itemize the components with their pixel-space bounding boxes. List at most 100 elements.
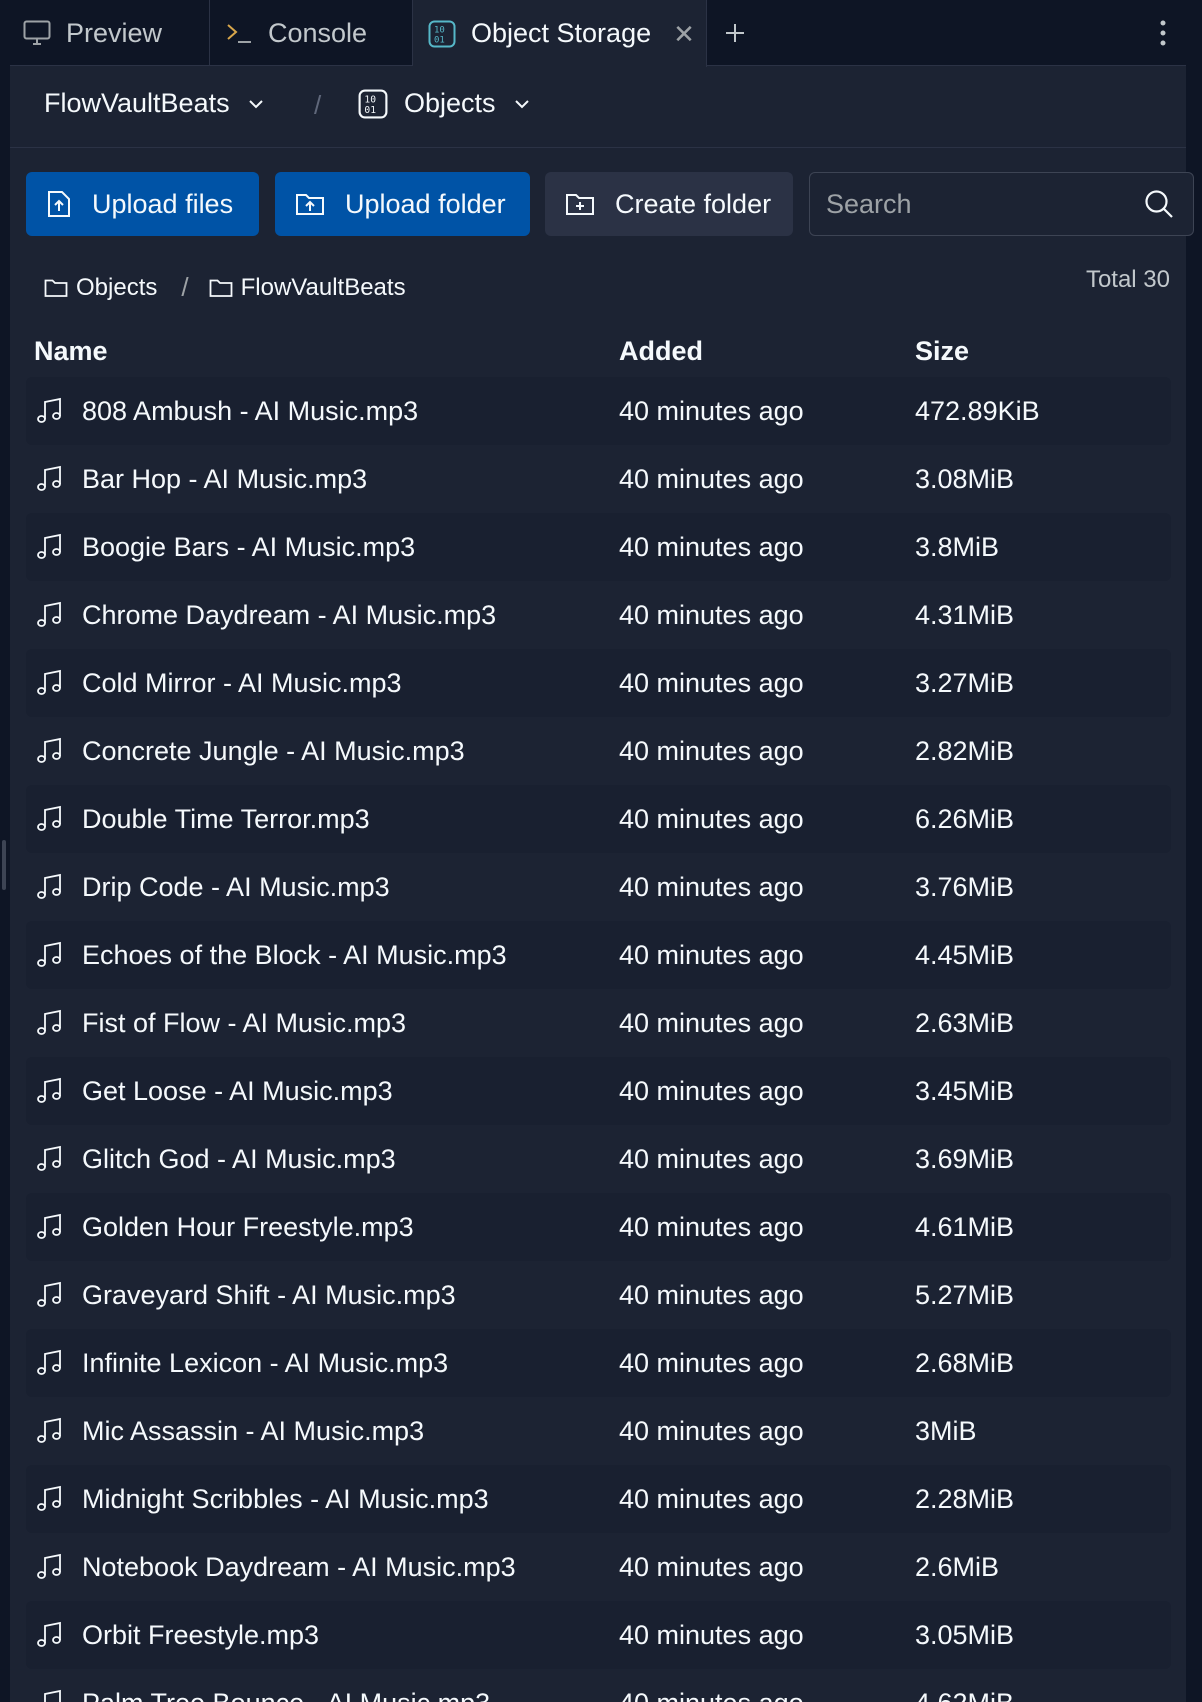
table-row[interactable]: Golden Hour Freestyle.mp3 40 minutes ago 4… xyxy=(26,1193,1171,1261)
table-row[interactable]: Chrome Daydream - AI Music.mp3 40 minutes… xyxy=(26,581,1171,649)
breadcrumb-item-objects[interactable]: Objects xyxy=(44,274,157,302)
file-added: 40 minutes ago xyxy=(619,531,804,562)
file-added: 40 minutes ago xyxy=(619,1279,804,1310)
more-vertical-icon[interactable] xyxy=(1148,14,1178,52)
resize-handle[interactable] xyxy=(2,840,6,890)
file-name[interactable]: Chrome Daydream - AI Music.mp3 xyxy=(82,581,496,649)
table-row[interactable]: Echoes of the Block - AI Music.mp3 40 min… xyxy=(26,921,1171,989)
music-note-icon xyxy=(36,445,64,513)
file-added: 40 minutes ago xyxy=(619,871,804,902)
table-row[interactable]: Concrete Jungle - AI Music.mp3 40 minutes… xyxy=(26,717,1171,785)
create-folder-button[interactable]: Create folder xyxy=(545,172,793,236)
search-input[interactable] xyxy=(826,173,1126,235)
add-tab-button[interactable] xyxy=(716,14,754,52)
file-name[interactable]: Glitch God - AI Music.mp3 xyxy=(82,1125,396,1193)
file-added: 40 minutes ago xyxy=(619,463,804,494)
file-name[interactable]: Bar Hop - AI Music.mp3 xyxy=(82,445,367,513)
music-note-icon xyxy=(36,1193,64,1261)
table-row[interactable]: Cold Mirror - AI Music.mp3 40 minutes ago… xyxy=(26,649,1171,717)
file-size: 5.27MiB xyxy=(915,1279,1015,1310)
file-added: 40 minutes ago xyxy=(619,1669,804,1702)
table-row[interactable]: Double Time Terror.mp3 40 minutes ago 6.26… xyxy=(26,785,1171,853)
table-row[interactable]: Palm Tree Bounce - AI Music.mp3 40 minute… xyxy=(26,1669,1171,1702)
tab-console[interactable]: Console xyxy=(210,0,413,66)
file-size: 2.28MiB xyxy=(915,1483,1015,1514)
bucket-selector[interactable]: FlowVaultBeats xyxy=(44,88,264,119)
file-size: 2.82MiB xyxy=(915,735,1015,766)
music-note-icon xyxy=(36,717,64,785)
breadcrumb-item-bucket[interactable]: FlowVaultBeats xyxy=(209,274,406,302)
breadcrumb: Objects / FlowVaultBeats xyxy=(44,272,406,303)
table-row[interactable]: Glitch God - AI Music.mp3 40 minutes ago 3… xyxy=(26,1125,1171,1193)
file-added: 40 minutes ago xyxy=(619,735,804,766)
file-name[interactable]: Midnight Scribbles - AI Music.mp3 xyxy=(82,1465,489,1533)
section-name: Objects xyxy=(404,88,496,118)
table-row[interactable]: Boogie Bars - AI Music.mp3 40 minutes ago… xyxy=(26,513,1171,581)
binary-storage-icon: 10 01 xyxy=(358,89,388,119)
file-name[interactable]: Cold Mirror - AI Music.mp3 xyxy=(82,649,402,717)
music-note-icon xyxy=(36,921,64,989)
upload-files-button[interactable]: Upload files xyxy=(26,172,259,236)
file-name[interactable]: Drip Code - AI Music.mp3 xyxy=(82,853,390,921)
file-added: 40 minutes ago xyxy=(619,1619,804,1650)
file-added: 40 minutes ago xyxy=(619,1211,804,1242)
table-row[interactable]: Mic Assassin - AI Music.mp3 40 minutes ag… xyxy=(26,1397,1171,1465)
search-box xyxy=(809,172,1194,236)
table-row[interactable]: Fist of Flow - AI Music.mp3 40 minutes ag… xyxy=(26,989,1171,1057)
music-note-icon xyxy=(36,1465,64,1533)
file-name[interactable]: Notebook Daydream - AI Music.mp3 xyxy=(82,1533,516,1601)
tab-label: Preview xyxy=(66,17,163,48)
music-note-icon xyxy=(36,1057,64,1125)
file-name[interactable]: Concrete Jungle - AI Music.mp3 xyxy=(82,717,465,785)
table-row[interactable]: Get Loose - AI Music.mp3 40 minutes ago 3.… xyxy=(26,1057,1171,1125)
file-name[interactable]: Double Time Terror.mp3 xyxy=(82,785,370,853)
table-row[interactable]: Drip Code - AI Music.mp3 40 minutes ago 3.… xyxy=(26,853,1171,921)
file-size: 3.45MiB xyxy=(915,1075,1015,1106)
file-name[interactable]: Infinite Lexicon - AI Music.mp3 xyxy=(82,1329,448,1397)
file-name[interactable]: Orbit Freestyle.mp3 xyxy=(82,1601,319,1669)
column-header-size[interactable]: Size xyxy=(915,336,969,367)
music-note-icon xyxy=(36,581,64,649)
table-row[interactable]: Bar Hop - AI Music.mp3 40 minutes ago 3.08… xyxy=(26,445,1171,513)
section-selector[interactable]: 10 01 Objects xyxy=(358,88,530,119)
file-name[interactable]: Golden Hour Freestyle.mp3 xyxy=(82,1193,414,1261)
column-header-name[interactable]: Name xyxy=(34,336,108,367)
file-added: 40 minutes ago xyxy=(619,1347,804,1378)
file-name[interactable]: Palm Tree Bounce - AI Music.mp3 xyxy=(82,1669,490,1702)
close-icon[interactable]: ✕ xyxy=(673,21,695,47)
tab-object-storage[interactable]: 10 01 Object Storage ✕ xyxy=(413,0,707,67)
file-size: 6.26MiB xyxy=(915,803,1015,834)
music-note-icon xyxy=(36,1601,64,1669)
file-name[interactable]: Get Loose - AI Music.mp3 xyxy=(82,1057,393,1125)
breadcrumb-separator: / xyxy=(181,272,189,302)
upload-folder-button[interactable]: Upload folder xyxy=(275,172,530,236)
file-size: 3.05MiB xyxy=(915,1619,1015,1650)
column-header-added[interactable]: Added xyxy=(619,336,703,367)
table-row[interactable]: Graveyard Shift - AI Music.mp3 40 minutes… xyxy=(26,1261,1171,1329)
search-icon[interactable] xyxy=(1144,189,1174,224)
button-label: Create folder xyxy=(615,188,772,219)
file-added: 40 minutes ago xyxy=(619,1483,804,1514)
folder-upload-icon xyxy=(295,191,325,217)
file-size: 472.89KiB xyxy=(915,395,1040,426)
file-added: 40 minutes ago xyxy=(619,1415,804,1446)
file-name[interactable]: Echoes of the Block - AI Music.mp3 xyxy=(82,921,507,989)
file-added: 40 minutes ago xyxy=(619,667,804,698)
file-size: 2.68MiB xyxy=(915,1347,1015,1378)
music-note-icon xyxy=(36,1261,64,1329)
file-size: 4.61MiB xyxy=(915,1211,1015,1242)
table-row[interactable]: Infinite Lexicon - AI Music.mp3 40 minute… xyxy=(26,1329,1171,1397)
file-added: 40 minutes ago xyxy=(619,939,804,970)
table-row[interactable]: Notebook Daydream - AI Music.mp3 40 minut… xyxy=(26,1533,1171,1601)
table-row[interactable]: 808 Ambush - AI Music.mp3 40 minutes ago 4… xyxy=(26,377,1171,445)
music-note-icon xyxy=(36,1125,64,1193)
file-name[interactable]: Mic Assassin - AI Music.mp3 xyxy=(82,1397,424,1465)
table-row[interactable]: Midnight Scribbles - AI Music.mp3 40 minu… xyxy=(26,1465,1171,1533)
file-name[interactable]: Boogie Bars - AI Music.mp3 xyxy=(82,513,415,581)
table-row[interactable]: Orbit Freestyle.mp3 40 minutes ago 3.05MiB xyxy=(26,1601,1171,1669)
file-name[interactable]: Fist of Flow - AI Music.mp3 xyxy=(82,989,406,1057)
tab-preview[interactable]: Preview xyxy=(10,0,210,66)
file-name[interactable]: 808 Ambush - AI Music.mp3 xyxy=(82,377,418,445)
file-name[interactable]: Graveyard Shift - AI Music.mp3 xyxy=(82,1261,456,1329)
svg-text:01: 01 xyxy=(434,35,445,45)
